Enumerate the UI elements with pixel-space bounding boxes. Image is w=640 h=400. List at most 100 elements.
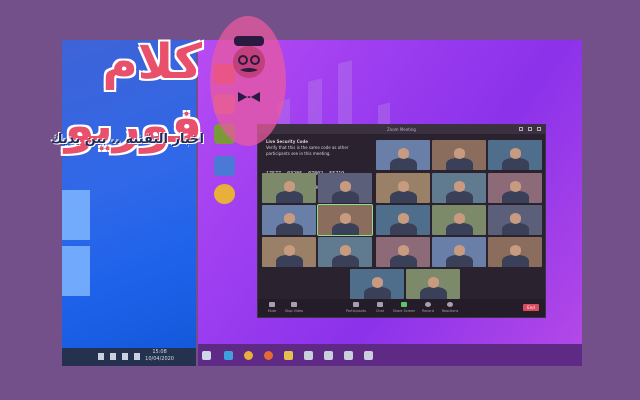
participant-body bbox=[445, 158, 473, 170]
participant-video-tile[interactable] bbox=[432, 173, 486, 203]
participant-video-tile[interactable] bbox=[376, 237, 430, 267]
zoom-toolbar: Mute Stop Video Participants Chat Share … bbox=[258, 299, 545, 317]
chrome-taskbar-icon[interactable] bbox=[244, 351, 253, 360]
mail-icon[interactable] bbox=[324, 351, 333, 360]
participant-body bbox=[389, 158, 417, 170]
store-icon[interactable] bbox=[304, 351, 313, 360]
participant-video-tile[interactable] bbox=[488, 237, 542, 267]
firefox-icon[interactable] bbox=[264, 351, 273, 360]
participant-video-tile[interactable] bbox=[376, 140, 430, 170]
participant-body bbox=[331, 255, 359, 267]
participant-video-tile[interactable] bbox=[488, 140, 542, 170]
dropbox-icon[interactable] bbox=[214, 156, 235, 176]
participant-head bbox=[453, 245, 466, 256]
participant-head bbox=[397, 245, 410, 256]
participant-body bbox=[501, 191, 529, 203]
mute-button[interactable]: Mute bbox=[260, 302, 284, 313]
participant-head bbox=[453, 148, 466, 159]
participant-body bbox=[275, 223, 303, 235]
zoom-meeting-window[interactable]: Zoom Meeting Live Security Code Verify t… bbox=[257, 124, 546, 318]
participant-video-tile[interactable] bbox=[488, 205, 542, 235]
participant-head bbox=[509, 245, 522, 256]
participant-head bbox=[397, 148, 410, 159]
participant-body bbox=[445, 191, 473, 203]
participant-body bbox=[331, 191, 359, 203]
volume-icon[interactable] bbox=[122, 353, 128, 360]
participant-video-tile[interactable] bbox=[406, 269, 460, 299]
participant-head bbox=[509, 181, 522, 192]
chat-button[interactable]: Chat bbox=[368, 302, 392, 313]
participant-body bbox=[501, 158, 529, 170]
participant-head bbox=[397, 213, 410, 224]
participant-head bbox=[509, 213, 522, 224]
zoom-taskbar-icon[interactable] bbox=[364, 351, 373, 360]
end-meeting-button[interactable]: End bbox=[523, 304, 539, 311]
participant-video-tile[interactable] bbox=[262, 173, 316, 203]
chat-icon bbox=[377, 302, 383, 307]
participant-body bbox=[331, 223, 359, 235]
participant-body bbox=[275, 255, 303, 267]
chrome-icon[interactable] bbox=[214, 184, 235, 204]
settings-icon[interactable] bbox=[344, 351, 353, 360]
participant-video-tile[interactable] bbox=[376, 205, 430, 235]
start-icon[interactable] bbox=[202, 351, 211, 360]
participant-video-tile[interactable] bbox=[350, 269, 404, 299]
edge-icon[interactable] bbox=[224, 351, 233, 360]
participant-head bbox=[371, 277, 384, 288]
participant-video-tile[interactable] bbox=[488, 173, 542, 203]
right-taskbar bbox=[198, 344, 582, 366]
share-icon bbox=[401, 302, 407, 307]
left-taskbar: 15:08 10/04/2020 bbox=[62, 348, 196, 366]
people-icon bbox=[353, 302, 359, 307]
share-screen-button[interactable]: Share Screen bbox=[392, 302, 416, 313]
participant-head bbox=[339, 181, 352, 192]
minimize-icon[interactable] bbox=[519, 127, 523, 131]
participant-body bbox=[275, 191, 303, 203]
maximize-icon[interactable] bbox=[528, 127, 532, 131]
watermark-subtitle: اخبار التقنيه .. بين يديك bbox=[50, 132, 204, 147]
camera-icon bbox=[291, 302, 297, 307]
participant-body bbox=[389, 223, 417, 235]
participant-head bbox=[397, 181, 410, 192]
participant-video-tile[interactable] bbox=[262, 205, 316, 235]
participant-body bbox=[445, 255, 473, 267]
participant-body bbox=[389, 191, 417, 203]
wifi-icon[interactable] bbox=[98, 353, 104, 360]
battery-icon[interactable] bbox=[110, 353, 116, 360]
participant-body bbox=[419, 287, 447, 299]
participant-head bbox=[453, 181, 466, 192]
record-icon bbox=[425, 302, 431, 307]
taskbar-clock[interactable]: 15:08 10/04/2020 bbox=[145, 349, 174, 363]
participant-head bbox=[339, 213, 352, 224]
record-button[interactable]: Record bbox=[416, 302, 440, 313]
notification-icon[interactable] bbox=[134, 353, 140, 360]
microphone-icon bbox=[269, 302, 275, 307]
close-icon[interactable] bbox=[537, 127, 541, 131]
participant-body bbox=[501, 255, 529, 267]
participants-button[interactable]: Participants bbox=[344, 302, 368, 313]
participant-video-tile[interactable] bbox=[432, 205, 486, 235]
participant-body bbox=[363, 287, 391, 299]
participant-video-tile[interactable] bbox=[376, 173, 430, 203]
participant-video-tile[interactable] bbox=[318, 173, 372, 203]
participant-body bbox=[501, 223, 529, 235]
participant-video-tile[interactable] bbox=[432, 237, 486, 267]
stop-video-button[interactable]: Stop Video bbox=[282, 302, 306, 313]
participant-head bbox=[283, 181, 296, 192]
windows-logo bbox=[62, 190, 122, 302]
participant-body bbox=[445, 223, 473, 235]
participant-video-tile[interactable] bbox=[262, 237, 316, 267]
reactions-button[interactable]: Reactions bbox=[438, 302, 462, 313]
zoom-title-bar[interactable]: Zoom Meeting bbox=[258, 125, 545, 134]
watermark-face-logo bbox=[233, 36, 265, 102]
smiley-icon bbox=[447, 302, 453, 307]
participant-head bbox=[427, 277, 440, 288]
participant-head bbox=[339, 245, 352, 256]
participant-video-tile[interactable] bbox=[432, 140, 486, 170]
folder-icon[interactable] bbox=[284, 351, 293, 360]
participant-video-tile[interactable] bbox=[318, 237, 372, 267]
participant-head bbox=[283, 213, 296, 224]
participant-video-tile[interactable] bbox=[317, 204, 373, 236]
participant-head bbox=[509, 148, 522, 159]
participant-head bbox=[283, 245, 296, 256]
